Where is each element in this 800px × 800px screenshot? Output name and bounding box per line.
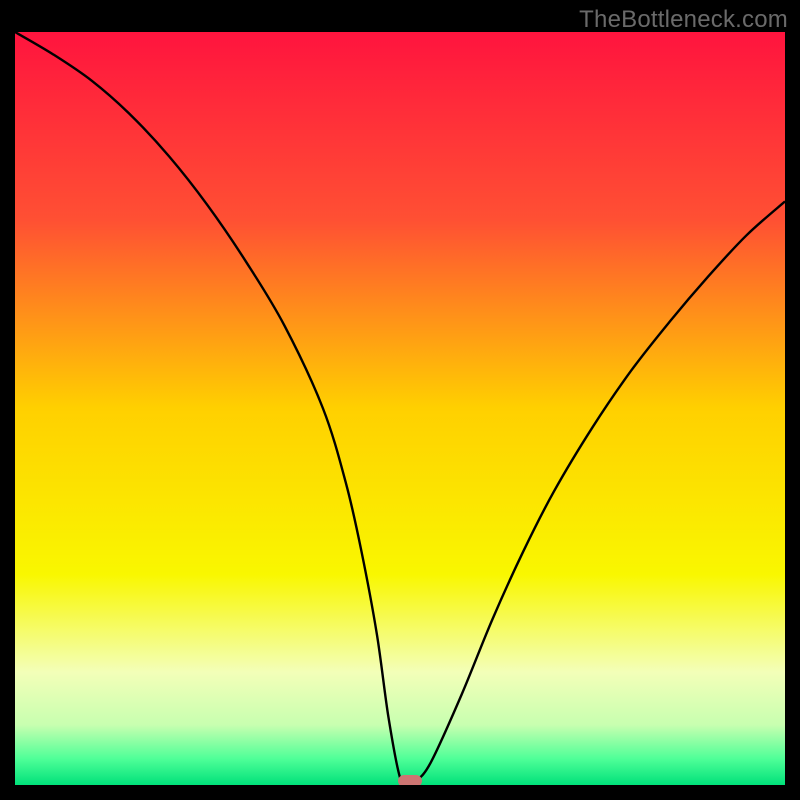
optimal-point-marker [398,775,422,785]
chart-plot-area [15,32,785,785]
chart-background [15,32,785,785]
chart-svg [15,32,785,785]
watermark-label: TheBottleneck.com [579,6,788,34]
